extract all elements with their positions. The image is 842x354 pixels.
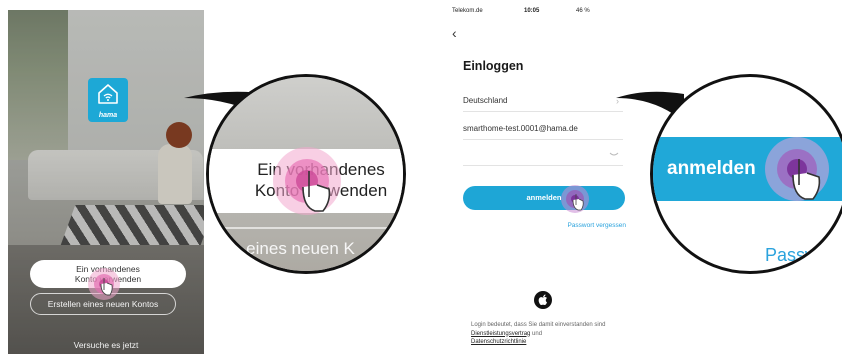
status-bar: Telekom.de 10:05 46 %	[452, 8, 622, 20]
email-field[interactable]: smarthome-test.0001@hama.de	[463, 118, 623, 140]
zoom-tap-hand-icon	[273, 147, 341, 215]
zoom-tap-hand-icon	[765, 137, 829, 201]
terms-link[interactable]: Dienstleistungsvertrag	[471, 331, 530, 337]
login-button[interactable]: anmelden	[463, 186, 625, 210]
hama-wordmark: hama	[98, 112, 118, 119]
zoom-create-account-text: llen eines neuen K	[215, 227, 403, 271]
status-time: 10:05	[524, 8, 540, 14]
forgot-password-link[interactable]: Passwort vergessen	[567, 222, 626, 229]
back-chevron-icon[interactable]: ‹	[452, 26, 457, 40]
privacy-link[interactable]: Datenschutzrichtlinie	[471, 339, 526, 345]
legal-and: und	[532, 330, 543, 337]
tap-hand-icon	[88, 268, 120, 300]
try-now-link[interactable]: Versuche es jetzt	[8, 340, 204, 350]
zoom-magnifier-existing-account: Ein vorhandenes Konto verwenden llen ein…	[206, 74, 406, 274]
legal-text: Login bedeutet, dass Sie damit einversta…	[471, 322, 606, 328]
zoom-forgot-password-text: Passw	[765, 245, 819, 265]
status-carrier: Telekom.de	[452, 8, 483, 14]
tutorial-image: hama Ein vorhandenes Konto verwenden Ers…	[0, 0, 842, 354]
welcome-screen: hama Ein vorhandenes Konto verwenden Ers…	[8, 10, 204, 354]
apple-icon	[538, 294, 547, 305]
login-screen: Telekom.de 10:05 46 % ‹ Einloggen Deutsc…	[452, 8, 632, 354]
status-battery: 46 %	[576, 8, 590, 14]
apple-signin-button[interactable]	[534, 291, 552, 309]
hama-logo: hama	[88, 78, 128, 122]
legal-notice: Login bedeutet, dass Sie damit einversta…	[471, 321, 631, 347]
tap-hand-icon	[561, 185, 589, 213]
zoom-magnifier-login: anmelden Passw	[650, 74, 842, 274]
country-select[interactable]: Deutschland ›	[463, 90, 623, 112]
eye-closed-icon[interactable]	[609, 152, 619, 158]
password-field[interactable]	[463, 144, 623, 166]
email-value: smarthome-test.0001@hama.de	[463, 124, 578, 133]
wifi-home-icon	[98, 84, 118, 104]
page-title: Einloggen	[463, 59, 524, 73]
country-value: Deutschland	[463, 96, 508, 105]
